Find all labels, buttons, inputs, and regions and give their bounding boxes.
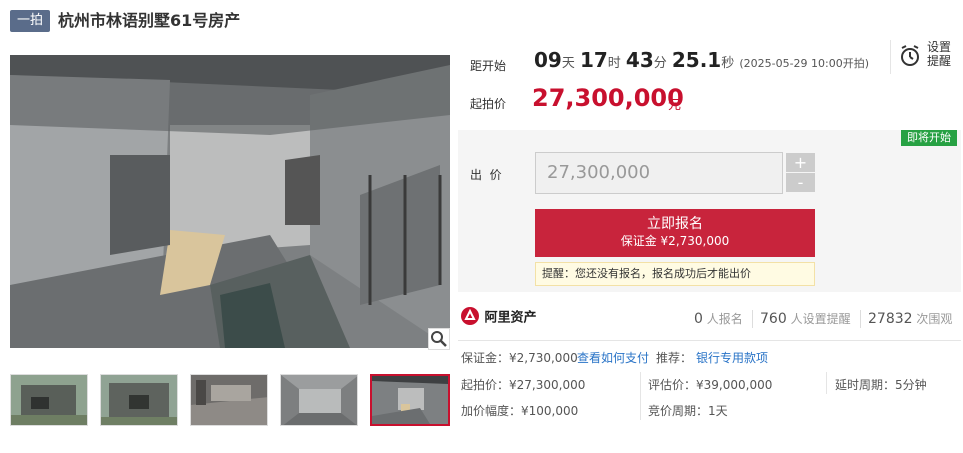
divider — [458, 340, 961, 341]
deposit-info: 保证金：¥2,730,000 — [461, 351, 578, 365]
signup-count-label: 人报名 — [706, 312, 743, 326]
alarm-clock-icon — [901, 45, 919, 66]
magnifier-icon — [431, 331, 447, 347]
start-price-value: 27,300,000 — [532, 84, 684, 112]
countdown-days-unit: 天 — [561, 56, 575, 71]
room-photo — [10, 55, 450, 348]
auction-round-badge: 一拍 — [10, 10, 50, 32]
signup-button[interactable]: 立即报名 保证金 ¥2,730,000 — [535, 209, 815, 257]
reminder-label-line2: 提醒 — [927, 54, 952, 68]
brand-name: 阿里资产 — [484, 310, 537, 326]
thumbnail-image — [101, 375, 177, 425]
bid-cycle-info: 竞价周期：1天 — [648, 404, 728, 418]
thumbnail-image — [191, 375, 267, 425]
thumbnail-image — [372, 376, 448, 424]
auction-page: 一拍 杭州市林语别墅61号房产 距开始 09天 17时 43分 25.1秒 (2… — [0, 0, 963, 453]
ali-assets-logo-icon — [461, 307, 479, 325]
thumbnail-1[interactable] — [10, 374, 88, 426]
bid-increase-button[interactable]: + — [786, 153, 815, 172]
main-property-image[interactable] — [10, 55, 450, 348]
thumbnail-3[interactable] — [190, 374, 268, 426]
signup-deposit-label: 保证金 ¥2,730,000 — [620, 234, 730, 248]
signup-count-value: 0 — [694, 311, 703, 327]
start-price-unit: 元 — [668, 98, 682, 113]
countdown-hours-unit: 时 — [607, 56, 621, 71]
increment-info: 加价幅度：¥100,000 — [461, 404, 579, 418]
thumbnail-image — [281, 375, 357, 425]
countdown-seconds-unit: 秒 — [721, 56, 735, 71]
reminder-count-value: 760 — [760, 311, 787, 327]
page-title: 杭州市林语别墅61号房产 — [58, 11, 241, 30]
countdown-seconds: 25.1 — [671, 48, 722, 72]
view-count: 27832 次围观 — [868, 310, 952, 327]
recommend-label: 推荐： — [656, 351, 693, 365]
start-time-note: (2025-05-29 10:00开拍) — [739, 57, 870, 70]
delay-cycle-info: 延时周期：5分钟 — [835, 378, 927, 392]
set-reminder-button[interactable]: 设置 提醒 — [890, 40, 960, 74]
divider — [640, 372, 641, 420]
thumbnail-2[interactable] — [100, 374, 178, 426]
divider — [860, 310, 861, 328]
view-count-label: 次围观 — [916, 312, 953, 326]
view-count-value: 27832 — [868, 311, 913, 327]
countdown-days: 09 — [534, 48, 562, 72]
thumbnail-4[interactable] — [280, 374, 358, 426]
thumbnail-5-selected[interactable] — [370, 374, 450, 426]
appraisal-info: 评估价：¥39,000,000 — [648, 378, 773, 392]
countdown-minutes-unit: 分 — [653, 56, 667, 71]
zoom-button[interactable] — [428, 328, 450, 350]
countdown-minutes: 43 — [625, 48, 654, 72]
divider — [826, 372, 827, 394]
brand[interactable]: 阿里资产 — [460, 306, 537, 330]
status-badge: 即将开始 — [901, 130, 957, 146]
start-price-info: 起拍价：¥27,300,000 — [461, 378, 586, 392]
how-to-pay-link[interactable]: 查看如何支付 — [577, 349, 649, 366]
countdown-hours: 17 — [579, 48, 608, 72]
signup-count: 0 人报名 — [694, 310, 743, 327]
thumbnail-image — [11, 375, 87, 425]
bid-decrease-button[interactable]: - — [786, 173, 815, 192]
reminder-label-line1: 设置 — [927, 40, 952, 54]
bid-label: 出 价 — [470, 168, 502, 182]
bank-payment-link[interactable]: 银行专用款项 — [696, 349, 768, 366]
reminder-count: 760 人设置提醒 — [760, 310, 851, 327]
reminder-count-label: 人设置提醒 — [790, 312, 851, 326]
signup-reminder-tip: 提醒：您还没有报名，报名成功后才能出价 — [535, 262, 815, 286]
countdown-label: 距开始 — [470, 59, 507, 73]
start-price-label: 起拍价 — [470, 97, 507, 111]
bid-amount-input[interactable]: 27,300,000 — [535, 152, 783, 194]
divider — [752, 310, 753, 328]
signup-button-label: 立即报名 — [647, 216, 703, 232]
countdown-timer: 09天 17时 43分 25.1秒 (2025-05-29 10:00开拍) — [534, 48, 869, 72]
